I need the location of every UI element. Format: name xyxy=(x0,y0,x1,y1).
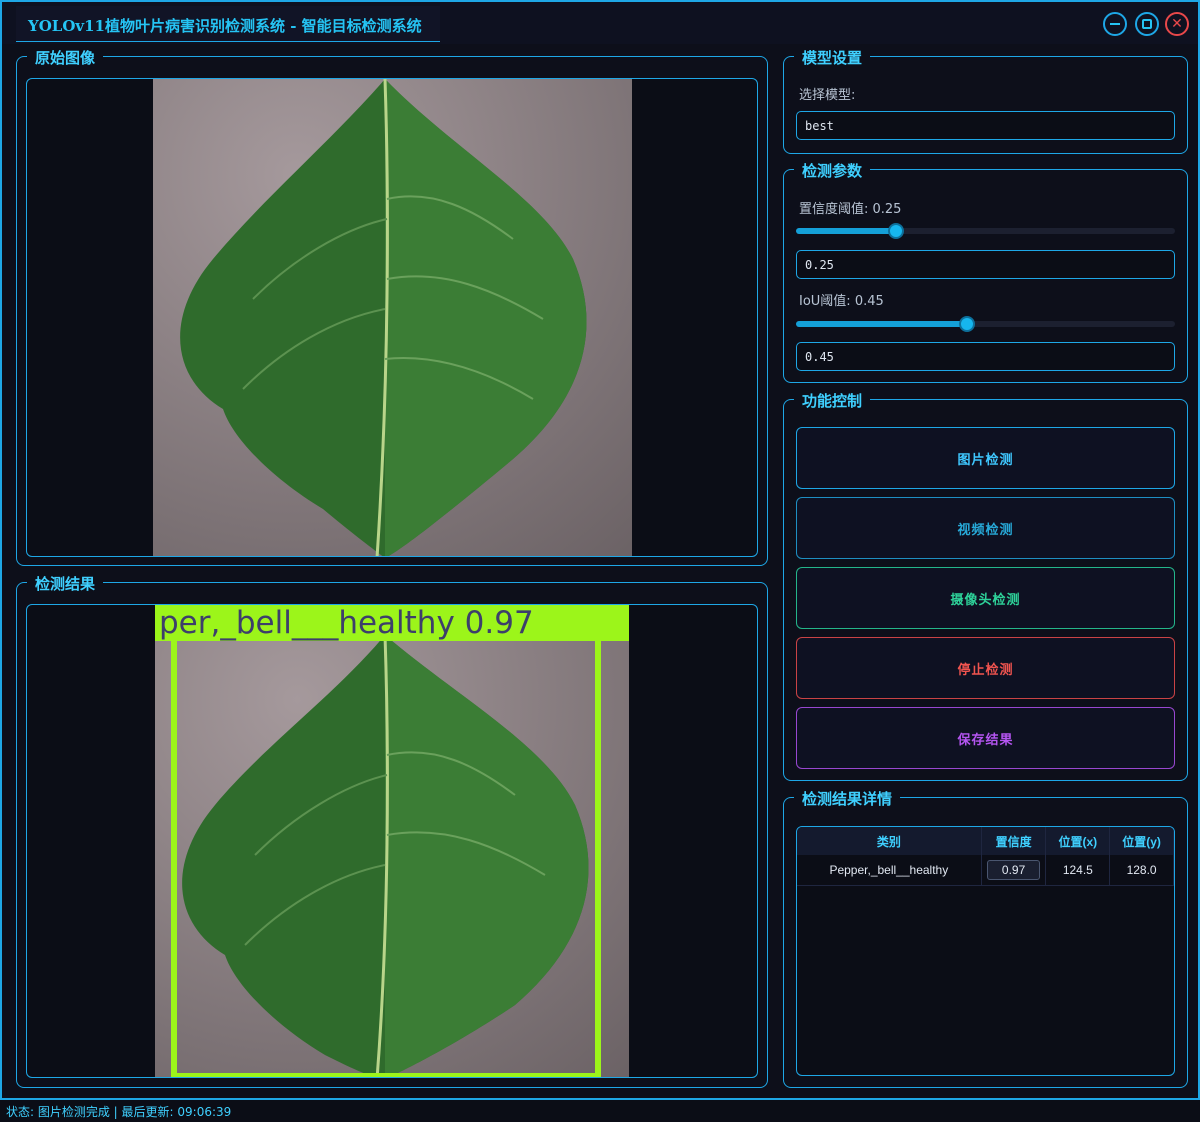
model-select[interactable]: best xyxy=(796,111,1175,140)
detection-details-panel: 检测结果详情 类别 置信度 位置(x) 位置(y) Pepper,_bell__… xyxy=(783,788,1188,1088)
iou-slider[interactable] xyxy=(796,316,1175,332)
iou-input[interactable]: 0.45 xyxy=(796,342,1175,371)
result-image-frame: per,_bell___healthy 0.97 xyxy=(26,604,758,1078)
iou-label: IoU阈值: 0.45 xyxy=(799,294,884,309)
detection-params-title: 检测参数 xyxy=(794,160,871,181)
title-tab: YOLOv11植物叶片病害识别检测系统 - 智能目标检测系统 xyxy=(16,6,440,42)
main-window: YOLOv11植物叶片病害识别检测系统 - 智能目标检测系统 ✕ 原始图像 检测… xyxy=(0,0,1200,1100)
minimize-icon xyxy=(1110,23,1120,25)
confidence-input-value: 0.25 xyxy=(805,258,834,272)
original-image-panel: 原始图像 xyxy=(16,47,768,566)
result-leaf-image: per,_bell___healthy 0.97 xyxy=(155,605,629,1077)
confidence-chip: 0.97 xyxy=(986,859,1041,880)
cell-y: 128.0 xyxy=(1109,855,1174,886)
table-row[interactable]: Pepper,_bell__healthy 0.97 124.5 128.0 xyxy=(797,855,1174,886)
function-controls-title: 功能控制 xyxy=(794,390,871,411)
window-title: YOLOv11植物叶片病害识别检测系统 - 智能目标检测系统 xyxy=(28,17,422,35)
image-detect-button[interactable]: 图片检测 xyxy=(796,427,1175,489)
iou-input-value: 0.45 xyxy=(805,350,834,364)
status-text: 状态: 图片检测完成 | 最后更新: 09:06:39 xyxy=(6,1105,232,1119)
iou-slider-handle[interactable] xyxy=(959,316,975,332)
confidence-input[interactable]: 0.25 xyxy=(796,250,1175,279)
maximize-icon xyxy=(1142,19,1152,29)
confidence-slider-fill xyxy=(796,228,896,234)
results-table: 类别 置信度 位置(x) 位置(y) Pepper,_bell__healthy… xyxy=(797,827,1174,886)
original-image-frame xyxy=(26,78,758,557)
title-bar: YOLOv11植物叶片病害识别检测系统 - 智能目标检测系统 ✕ xyxy=(2,2,1198,44)
save-results-button[interactable]: 保存结果 xyxy=(796,707,1175,769)
detection-params-panel: 检测参数 置信度阈值: 0.25 0.25 IoU阈值: 0.45 0.45 xyxy=(783,160,1188,383)
column-header-confidence[interactable]: 置信度 xyxy=(981,827,1047,855)
video-detect-button[interactable]: 视频检测 xyxy=(796,497,1175,559)
detection-result-panel: 检测结果 per,_bell___healthy 0.97 xyxy=(16,573,768,1088)
model-settings-title: 模型设置 xyxy=(794,47,871,68)
confidence-slider[interactable] xyxy=(796,223,1175,239)
confidence-label: 置信度阈值: 0.25 xyxy=(799,202,902,217)
column-header-class[interactable]: 类别 xyxy=(797,827,982,855)
column-header-y[interactable]: 位置(y) xyxy=(1109,827,1174,855)
leaf-illustration xyxy=(180,79,587,556)
cell-x: 124.5 xyxy=(1045,855,1111,886)
close-icon: ✕ xyxy=(1171,16,1183,32)
model-select-value: best xyxy=(805,119,834,133)
detection-details-title: 检测结果详情 xyxy=(794,788,901,809)
model-settings-panel: 模型设置 选择模型: best xyxy=(783,47,1188,154)
status-bar: 状态: 图片检测完成 | 最后更新: 09:06:39 xyxy=(0,1100,1200,1122)
original-image-title: 原始图像 xyxy=(27,47,104,68)
bounding-box xyxy=(171,641,601,1077)
confidence-slider-handle[interactable] xyxy=(888,223,904,239)
model-select-label: 选择模型: xyxy=(799,88,856,103)
detection-result-title: 检测结果 xyxy=(27,573,104,594)
original-leaf-image xyxy=(153,79,632,556)
maximize-button[interactable] xyxy=(1135,12,1159,36)
camera-detect-button[interactable]: 摄像头检测 xyxy=(796,567,1175,629)
bounding-box-label-text: per,_bell___healthy 0.97 xyxy=(159,605,534,641)
column-header-x[interactable]: 位置(x) xyxy=(1045,827,1111,855)
cell-class: Pepper,_bell__healthy xyxy=(797,855,982,886)
results-table-frame: 类别 置信度 位置(x) 位置(y) Pepper,_bell__healthy… xyxy=(796,826,1175,1076)
minimize-button[interactable] xyxy=(1103,12,1127,36)
cell-confidence: 0.97 xyxy=(981,855,1047,886)
close-button[interactable]: ✕ xyxy=(1165,12,1189,36)
stop-detect-button[interactable]: 停止检测 xyxy=(796,637,1175,699)
results-table-header-row: 类别 置信度 位置(x) 位置(y) xyxy=(797,827,1174,855)
bounding-box-label: per,_bell___healthy 0.97 xyxy=(155,605,629,641)
iou-slider-fill xyxy=(796,321,968,327)
